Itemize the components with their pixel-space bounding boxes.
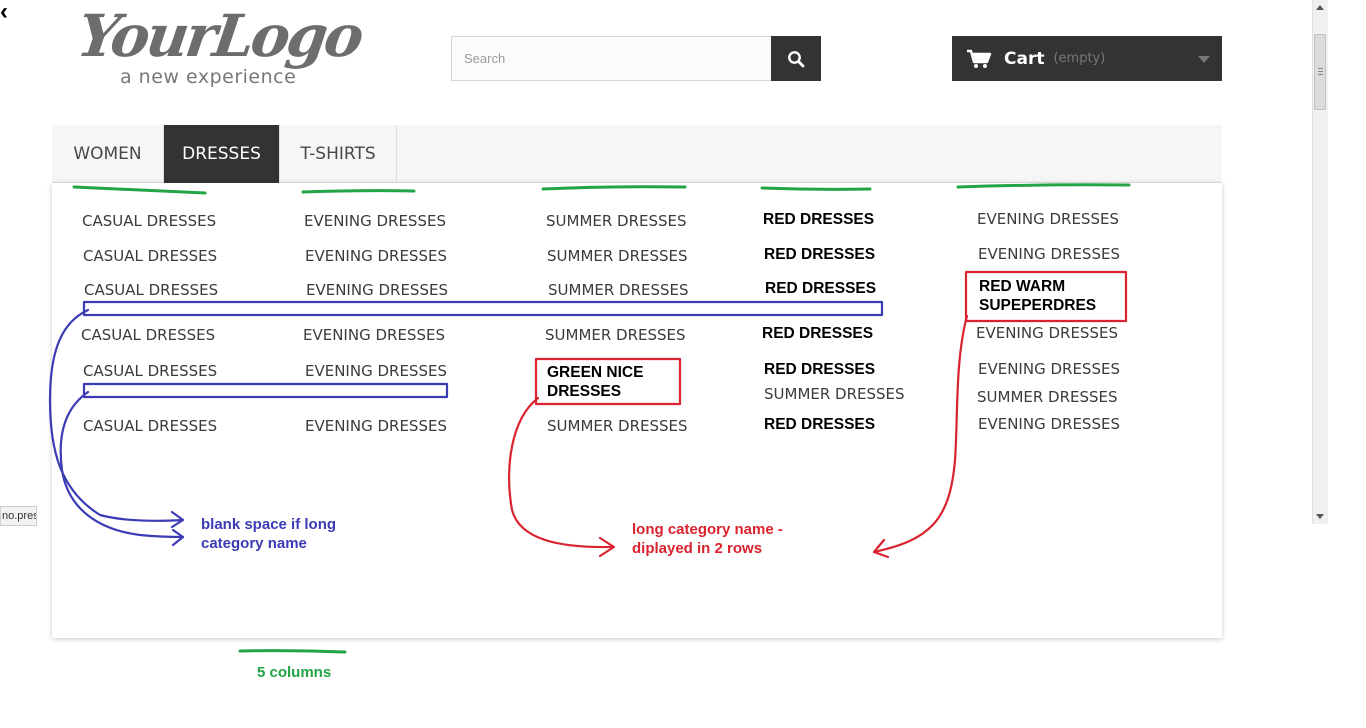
blank-space-note-text: blank space if long category name [201, 516, 337, 552]
category-link[interactable]: RED DRESSES [764, 416, 875, 434]
search-box [451, 36, 772, 81]
category-link[interactable]: CASUAL DRESSES [83, 417, 217, 435]
category-link[interactable]: SUMMER DRESSES [548, 281, 689, 299]
scroll-grip [1318, 74, 1323, 75]
category-link[interactable]: RED DRESSES [765, 280, 876, 298]
category-link[interactable]: EVENING DRESSES [977, 210, 1119, 228]
category-link[interactable]: RED DRESSES [762, 325, 873, 343]
scroll-down-arrow[interactable] [1316, 514, 1324, 519]
category-link[interactable]: EVENING DRESSES [978, 245, 1120, 263]
category-link[interactable]: CASUAL DRESSES [84, 281, 218, 299]
category-link[interactable]: EVENING DRESSES [978, 360, 1120, 378]
scroll-grip [1318, 71, 1323, 72]
category-link[interactable]: CASUAL DRESSES [82, 212, 216, 230]
scroll-up-arrow[interactable] [1316, 5, 1324, 10]
menu-tab-women[interactable]: WOMEN [52, 125, 164, 183]
category-link[interactable]: SUMMER DRESSES [547, 417, 688, 435]
category-link[interactable]: CASUAL DRESSES [81, 326, 215, 344]
category-link[interactable]: EVENING DRESSES [303, 326, 445, 344]
scroll-thumb[interactable] [1314, 34, 1326, 110]
category-link[interactable]: SUMMER DRESSES [547, 247, 688, 265]
menu-tab-dresses[interactable]: DRESSES [164, 125, 280, 183]
search-icon [788, 50, 805, 67]
category-link[interactable]: RED DRESSES [763, 211, 874, 229]
menu-tab-t-shirts[interactable]: T-SHIRTS [280, 125, 397, 183]
status-bar-url: no.prest [0, 506, 37, 526]
cart-status: (empty) [1053, 51, 1106, 66]
category-link[interactable]: CASUAL DRESSES [83, 362, 217, 380]
logo-tagline: a new experience [120, 66, 297, 88]
category-link[interactable]: SUMMER DRESSES [545, 326, 686, 344]
cart-button[interactable]: Cart (empty) [952, 36, 1222, 81]
category-link[interactable]: SUMMER DRESSES [546, 212, 687, 230]
category-link[interactable]: EVENING DRESSES [305, 362, 447, 380]
scroll-grip [1318, 68, 1323, 69]
category-link[interactable]: SUMMER DRESSES [764, 385, 905, 403]
category-link[interactable]: EVENING DRESSES [306, 281, 448, 299]
main-menu: WOMEN DRESSES T-SHIRTS [52, 125, 1222, 183]
category-link[interactable]: EVENING DRESSES [978, 415, 1120, 433]
logo-main-text: YourLogo [73, 2, 366, 70]
category-link[interactable]: EVENING DRESSES [305, 247, 447, 265]
corner-glyph: ‹ [0, 0, 8, 25]
site-logo[interactable]: YourLogo a new experience [73, 2, 368, 90]
search-button[interactable] [771, 36, 821, 81]
category-link[interactable]: SUMMER DRESSES [977, 388, 1118, 406]
chevron-down-icon[interactable] [1198, 56, 1210, 63]
cart-label: Cart [1004, 48, 1045, 69]
columns-note: 5 columns [257, 664, 332, 681]
category-link[interactable]: EVENING DRESSES [976, 324, 1118, 342]
category-link-long[interactable]: GREEN NICE DRESSES [547, 363, 657, 401]
search-input[interactable] [452, 37, 771, 80]
cart-icon [967, 49, 992, 68]
category-link-long[interactable]: RED WARM SUPEPERDRES [979, 277, 1114, 315]
category-link[interactable]: EVENING DRESSES [305, 417, 447, 435]
two-rows-note: long category name - diplayed in 2 rows [632, 521, 783, 557]
category-link[interactable]: RED DRESSES [764, 246, 875, 264]
category-link[interactable]: EVENING DRESSES [304, 212, 446, 230]
blank-space-note: blank space if long category name [201, 515, 341, 553]
category-link[interactable]: RED DRESSES [764, 361, 875, 379]
category-link[interactable]: CASUAL DRESSES [83, 247, 217, 265]
